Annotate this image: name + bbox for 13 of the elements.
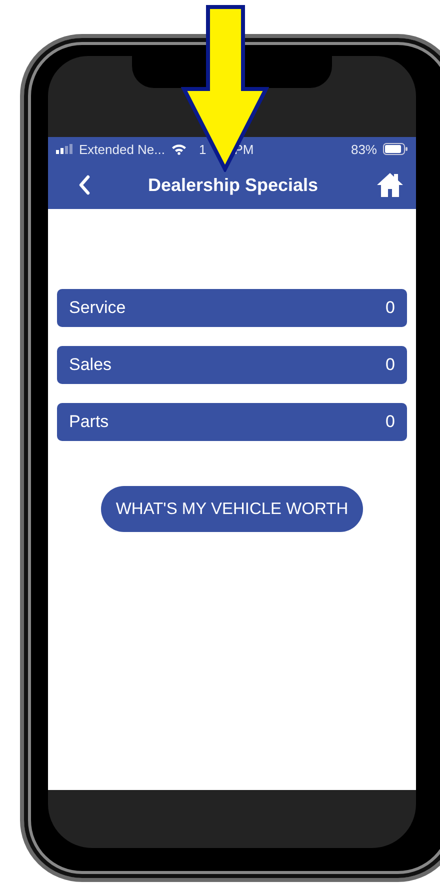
screen-title: Dealership Specials [146, 174, 320, 196]
home-icon[interactable] [376, 172, 404, 198]
battery-icon [383, 143, 408, 155]
battery-percent: 83% [350, 142, 377, 156]
status-time: 1 [199, 142, 206, 156]
category-row[interactable]: Parts 0 [57, 403, 407, 441]
vehicle-worth-button[interactable]: WHAT'S MY VEHICLE WORTH [100, 486, 364, 532]
wifi-icon [171, 143, 187, 155]
category-row[interactable]: Sales 0 [57, 346, 407, 384]
carrier-name: Extended Ne... [79, 142, 165, 156]
back-icon[interactable] [78, 175, 90, 195]
signal-icon [56, 144, 73, 154]
category-row[interactable]: Service 0 [57, 289, 407, 327]
